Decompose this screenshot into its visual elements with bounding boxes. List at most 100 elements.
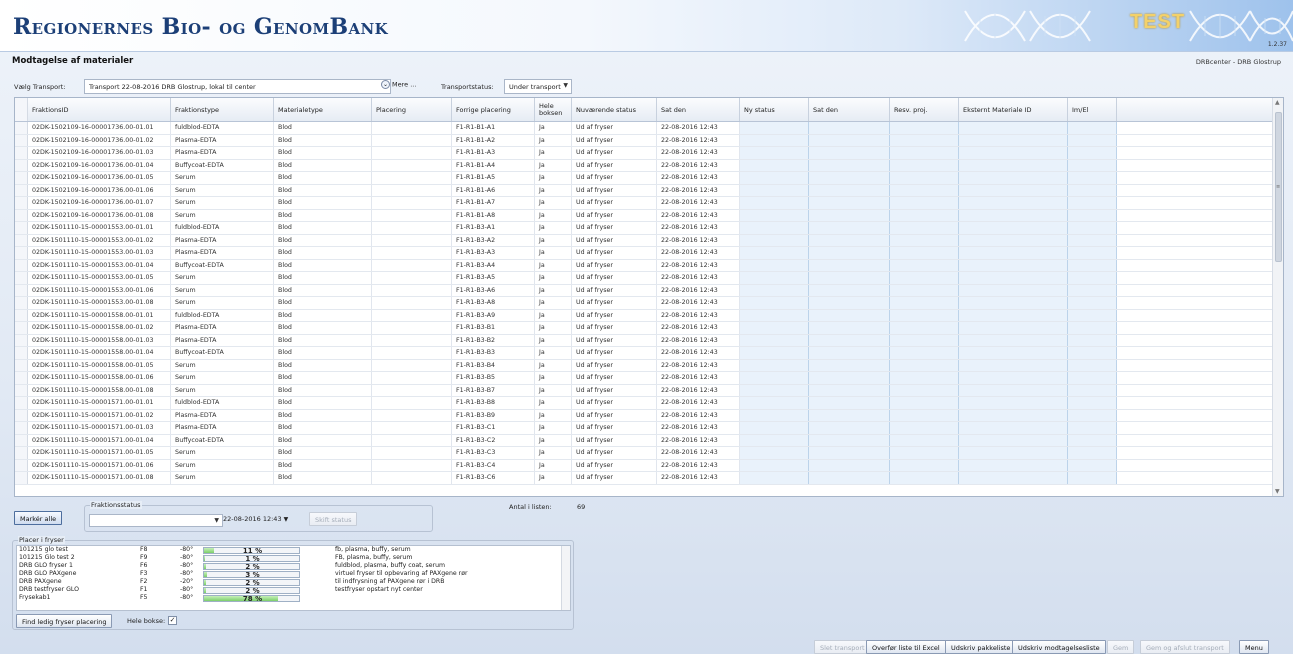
table-cell[interactable] <box>959 284 1068 296</box>
table-cell[interactable] <box>890 459 959 471</box>
table-cell[interactable] <box>809 159 890 171</box>
table-cell[interactable] <box>809 234 890 246</box>
table-cell[interactable] <box>890 259 959 271</box>
column-header[interactable]: FraktionsID <box>28 98 171 121</box>
export-excel-button[interactable]: Overfør liste til Excel <box>866 640 946 654</box>
table-cell[interactable] <box>1068 247 1117 259</box>
table-cell[interactable] <box>890 359 959 371</box>
table-row[interactable]: 02DK-1502109-16-00001736.00-01.03 Plasma-… <box>15 147 1273 160</box>
table-cell[interactable] <box>740 284 809 296</box>
table-cell[interactable] <box>959 334 1068 346</box>
table-cell[interactable] <box>809 259 890 271</box>
table-cell[interactable] <box>959 247 1068 259</box>
row-selector[interactable] <box>15 259 28 271</box>
table-cell[interactable] <box>1068 259 1117 271</box>
row-selector[interactable] <box>15 359 28 371</box>
row-selector[interactable] <box>15 347 28 359</box>
row-selector[interactable] <box>15 434 28 446</box>
table-cell[interactable] <box>959 159 1068 171</box>
table-cell[interactable] <box>809 384 890 396</box>
table-cell[interactable] <box>1068 184 1117 196</box>
table-cell[interactable] <box>809 147 890 159</box>
column-header[interactable]: Fraktionstype <box>171 98 274 121</box>
row-selector[interactable] <box>15 247 28 259</box>
table-cell[interactable] <box>1068 459 1117 471</box>
freezer-row[interactable]: DRB testfryser GLO F1 -80° 2 % testfryser op… <box>17 586 570 595</box>
row-selector[interactable] <box>15 147 28 159</box>
table-cell[interactable] <box>809 272 890 284</box>
table-cell[interactable] <box>890 122 959 134</box>
table-cell[interactable] <box>740 122 809 134</box>
table-cell[interactable] <box>1068 397 1117 409</box>
table-cell[interactable] <box>740 222 809 234</box>
freezer-list-scrollbar[interactable] <box>561 546 570 610</box>
table-cell[interactable] <box>809 297 890 309</box>
table-cell[interactable] <box>740 397 809 409</box>
change-status-button[interactable]: Skift status <box>309 512 358 526</box>
table-cell[interactable] <box>740 422 809 434</box>
table-cell[interactable] <box>740 359 809 371</box>
row-selector[interactable] <box>15 472 28 484</box>
table-cell[interactable] <box>959 272 1068 284</box>
table-cell[interactable] <box>740 297 809 309</box>
table-row[interactable]: 02DK-1502109-16-00001736.00-01.01 fuldblo… <box>15 122 1273 135</box>
table-cell[interactable] <box>890 134 959 146</box>
table-cell[interactable] <box>809 409 890 421</box>
table-cell[interactable] <box>959 359 1068 371</box>
materials-grid[interactable]: FraktionsID Fraktionstype Materialetype Pla… <box>14 97 1284 497</box>
table-cell[interactable] <box>959 447 1068 459</box>
table-cell[interactable] <box>1068 472 1117 484</box>
table-cell[interactable] <box>1068 284 1117 296</box>
table-cell[interactable] <box>890 384 959 396</box>
table-cell[interactable] <box>1068 359 1117 371</box>
table-cell[interactable] <box>959 409 1068 421</box>
table-row[interactable]: 02DK-1501110-15-00001558.00-01.03 Plasma-… <box>15 334 1273 347</box>
row-selector[interactable] <box>15 122 28 134</box>
table-cell[interactable] <box>809 372 890 384</box>
table-cell[interactable] <box>959 147 1068 159</box>
freezer-row[interactable]: DRB GLO PAXgene F3 -80° 3 % virtuel fryser t… <box>17 570 570 579</box>
freezer-row[interactable]: Frysekab1 F5 -80° 78 % <box>17 594 570 603</box>
table-cell[interactable] <box>740 409 809 421</box>
table-cell[interactable] <box>959 197 1068 209</box>
table-cell[interactable] <box>959 459 1068 471</box>
more-button[interactable]: ⌄ Mere ... <box>381 80 416 89</box>
table-cell[interactable] <box>1068 384 1117 396</box>
table-cell[interactable] <box>890 147 959 159</box>
table-cell[interactable] <box>890 397 959 409</box>
table-cell[interactable] <box>1068 272 1117 284</box>
table-cell[interactable] <box>740 259 809 271</box>
freezer-row[interactable]: DRB GLO fryser 1 F6 -80° 2 % fuldblod, plasm… <box>17 562 570 571</box>
table-cell[interactable] <box>890 447 959 459</box>
table-cell[interactable] <box>1068 372 1117 384</box>
table-cell[interactable] <box>1068 297 1117 309</box>
table-row[interactable]: 02DK-1501110-15-00001558.00-01.04 Buffyco… <box>15 347 1273 360</box>
table-cell[interactable] <box>809 122 890 134</box>
table-cell[interactable] <box>959 259 1068 271</box>
table-cell[interactable] <box>809 172 890 184</box>
table-cell[interactable] <box>1068 309 1117 321</box>
table-cell[interactable] <box>890 309 959 321</box>
table-cell[interactable] <box>809 284 890 296</box>
table-cell[interactable] <box>890 297 959 309</box>
table-cell[interactable] <box>959 322 1068 334</box>
table-row[interactable]: 02DK-1501110-15-00001558.00-01.08 Serum Bl… <box>15 384 1273 397</box>
table-cell[interactable] <box>890 159 959 171</box>
table-cell[interactable] <box>959 434 1068 446</box>
table-cell[interactable] <box>959 122 1068 134</box>
table-cell[interactable] <box>740 272 809 284</box>
table-cell[interactable] <box>1068 197 1117 209</box>
row-selector[interactable] <box>15 447 28 459</box>
table-cell[interactable] <box>890 472 959 484</box>
column-header[interactable]: Ny status <box>740 98 809 121</box>
row-selector[interactable] <box>15 397 28 409</box>
column-header[interactable]: Eksternt Materiale ID <box>959 98 1068 121</box>
table-row[interactable]: 02DK-1502109-16-00001736.00-01.06 Serum Bl… <box>15 184 1273 197</box>
row-selector[interactable] <box>15 159 28 171</box>
table-cell[interactable] <box>890 172 959 184</box>
table-cell[interactable] <box>809 334 890 346</box>
table-cell[interactable] <box>809 447 890 459</box>
table-row[interactable]: 02DK-1501110-15-00001571.00-01.06 Serum Bl… <box>15 459 1273 472</box>
table-cell[interactable] <box>809 397 890 409</box>
mark-all-button[interactable]: Markér alle <box>14 511 63 525</box>
